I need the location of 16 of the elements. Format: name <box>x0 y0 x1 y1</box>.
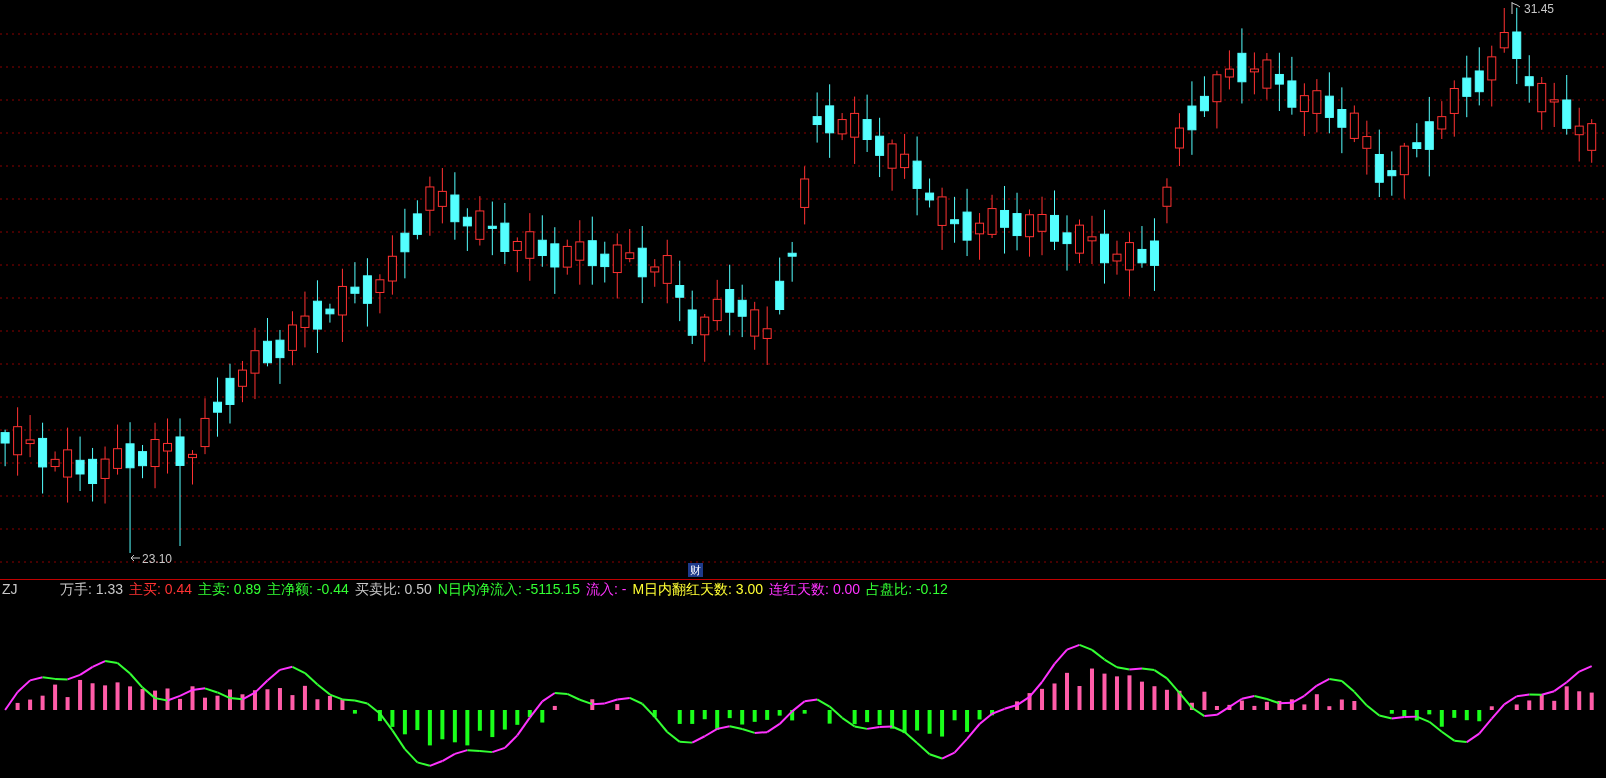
indicator-value: 主卖: 0.89 <box>198 579 262 599</box>
high-marker-icon <box>1511 1 1521 15</box>
indicator-value: 买卖比: 0.50 <box>354 579 432 599</box>
high-price-label: 31.45 <box>1524 1 1555 18</box>
indicator-value: 万手: 1.33 <box>60 579 124 599</box>
finance-badge[interactable]: 财 <box>688 563 703 577</box>
indicator-value: 主净额: -0.44 <box>267 579 349 599</box>
indicator-value: N日内净流入: -5115.15 <box>437 579 580 599</box>
indicator-value: 连红天数: 0.00 <box>769 579 861 599</box>
indicator-value: 占盘比: -0.12 <box>866 579 948 599</box>
indicator-name: ZJ <box>2 579 19 599</box>
low-price-label: 23.10 <box>142 551 173 568</box>
indicator-value: M日内翻红天数: 3.00 <box>632 579 764 599</box>
low-marker-icon <box>130 554 141 562</box>
indicator-value: 流入: - <box>585 579 627 599</box>
indicator-value: 主买: 0.44 <box>129 579 193 599</box>
